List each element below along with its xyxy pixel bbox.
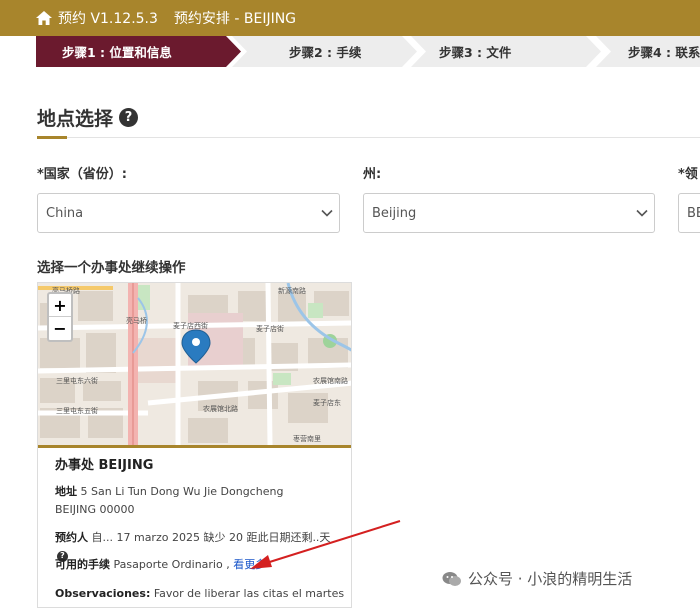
procedures-value: Pasaporte Ordinario , — [113, 558, 230, 571]
zoom-out-button[interactable]: − — [49, 317, 71, 340]
country-select[interactable]: China — [37, 193, 340, 233]
address-label: 地址 — [55, 485, 77, 498]
address-line2: BEIJING 00000 — [55, 503, 135, 516]
consulate-select[interactable]: BE — [678, 193, 700, 233]
wechat-icon — [442, 571, 461, 586]
annotation-arrow — [250, 520, 401, 569]
page-subtitle: 预约安排 - BEIJING — [173, 11, 297, 27]
map-label: 枣营南里 — [293, 434, 321, 443]
address-value: 5 San Li Tun Dong Wu Jie Dongcheng — [80, 485, 284, 498]
map-label: 麦子店东 — [313, 398, 341, 407]
map-label: 三里屯东六街 — [56, 376, 98, 385]
step-2[interactable]: 步骤2 : 手续 — [232, 36, 417, 67]
step-1-label: 步骤1 : 位置和信息 — [62, 45, 172, 60]
observations-label: Observaciones: — [55, 587, 151, 600]
country-label: *国家（省份）: — [37, 167, 127, 182]
office-observations: Observaciones: Favor de liberar las cita… — [55, 585, 345, 603]
title-divider — [37, 137, 700, 138]
step-1[interactable]: 步骤1 : 位置和信息 — [36, 36, 241, 67]
state-select[interactable]: Beijing — [363, 193, 655, 233]
chevron-down-icon — [321, 209, 333, 217]
map-label: 农展馆南路 — [313, 376, 348, 385]
map-divider — [38, 445, 351, 448]
map-label: 麦子店西街 — [173, 321, 208, 330]
watermark-text: 公众号 · 小浪的精明生活 — [468, 570, 633, 588]
map-zoom-control: + − — [47, 292, 73, 342]
step-3-label: 步骤3 : 文件 — [439, 45, 512, 60]
map-label: 农展馆北路 — [203, 404, 238, 413]
state-value: Beijing — [372, 205, 417, 221]
watermark: 公众号 · 小浪的精明生活 — [442, 568, 632, 589]
observations-value: Favor de liberar las citas el martes — [153, 587, 345, 600]
app-header: 预约 V1.12.5.3 预约安排 - BEIJING — [0, 0, 700, 36]
step-4[interactable]: 步骤4 : 联系 — [596, 36, 700, 67]
state-label: 州: — [363, 167, 382, 182]
step-2-label: 步骤2 : 手续 — [289, 45, 362, 60]
country-value: China — [46, 205, 84, 221]
office-map[interactable]: 亮马桥 麦子店西街 麦子店街 三里屯东六街 三里屯东五街 农展馆北路 农展馆南路… — [38, 283, 352, 445]
title-accent-bar — [37, 136, 67, 139]
map-label: 新源南路 — [278, 286, 306, 295]
step-4-label: 步骤4 : 联系 — [628, 45, 700, 60]
step-progress: 步骤1 : 位置和信息 步骤2 : 手续 步骤3 : 文件 步骤4 : 联系 — [36, 36, 700, 67]
office-name: 办事处 BEIJING — [55, 458, 154, 473]
app-version: 预约 V1.12.5.3 — [58, 11, 158, 27]
office-address: 地址 5 San Li Tun Dong Wu Jie Dongcheng BE… — [55, 483, 345, 519]
consulate-value: BE — [687, 205, 700, 221]
section-title: 地点选择 ? — [37, 104, 139, 131]
map-label: 麦子店街 — [256, 324, 284, 333]
section-title-text: 地点选择 — [37, 108, 114, 130]
zoom-in-button[interactable]: + — [49, 294, 71, 317]
map-label: 亮马桥 — [126, 316, 147, 325]
help-icon[interactable]: ? — [119, 108, 139, 127]
procedures-label: 可用的手续 — [55, 558, 110, 571]
map-label: 三里屯东五街 — [56, 406, 98, 415]
step-3[interactable]: 步骤3 : 文件 — [411, 36, 601, 67]
consulate-label: *领 — [678, 167, 698, 182]
home-icon[interactable] — [36, 11, 52, 25]
appointment-label: 预约人 — [55, 531, 88, 544]
office-heading: 选择一个办事处继续操作 — [37, 260, 186, 276]
chevron-down-icon — [636, 209, 648, 217]
